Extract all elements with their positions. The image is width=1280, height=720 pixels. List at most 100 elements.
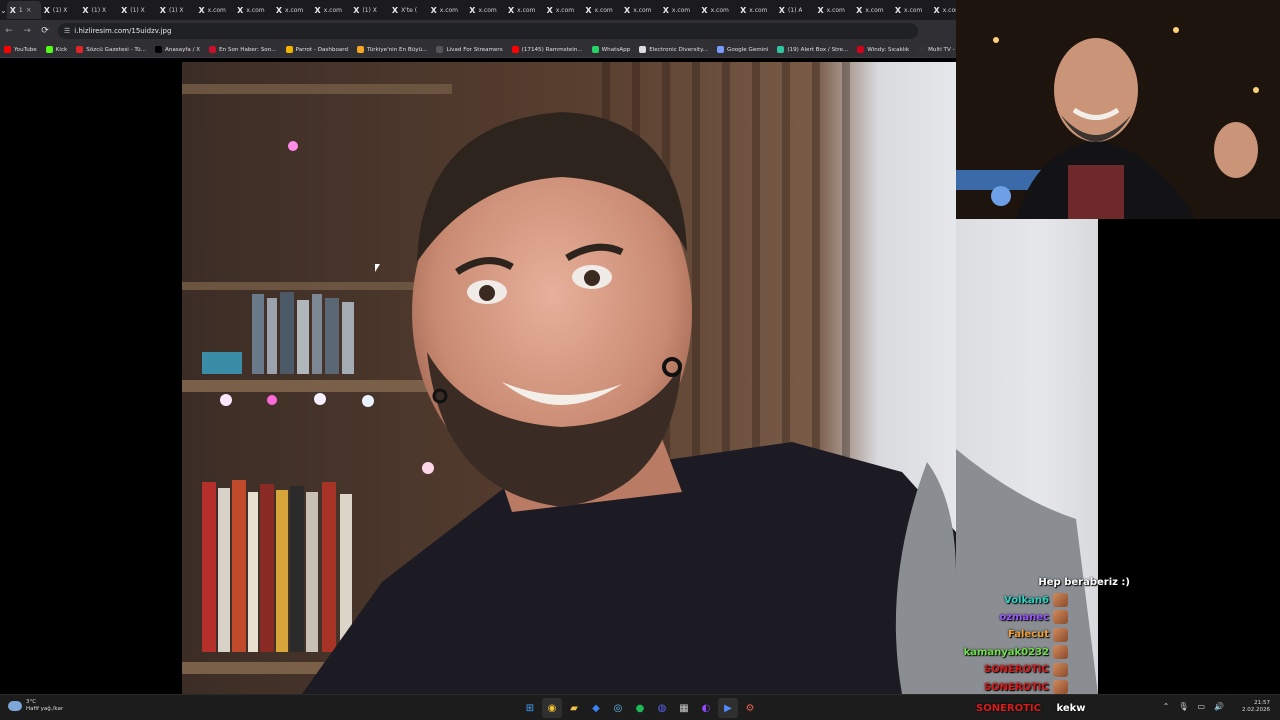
obs-icon[interactable]: ◐ bbox=[696, 698, 716, 718]
bookmark-favicon-icon bbox=[76, 46, 84, 53]
bookmark-item[interactable]: Parrot - Dashboard bbox=[285, 46, 348, 53]
clock[interactable]: 21:57 2.02.2026 bbox=[1242, 700, 1270, 714]
tab-title: x.com bbox=[439, 6, 459, 14]
chat-message: kamanyak0232 bbox=[910, 644, 1130, 661]
app-icon[interactable]: ◆ bbox=[586, 698, 606, 718]
chevron-up-icon[interactable]: ⌃ bbox=[1163, 702, 1170, 711]
windows-icon[interactable]: ⊞ bbox=[520, 698, 540, 718]
tab-17[interactable]: Xx.com bbox=[660, 1, 699, 19]
back-icon[interactable]: ← bbox=[0, 22, 18, 40]
bookmark-label: Google Gemini bbox=[726, 46, 769, 53]
tab-10[interactable]: X X'te ( bbox=[389, 1, 428, 19]
tab-12[interactable]: Xx.com bbox=[466, 1, 505, 19]
bookmark-item[interactable]: Electronic Diversity... bbox=[639, 46, 708, 53]
tab-5[interactable]: Xx.com bbox=[195, 1, 234, 19]
tab-22[interactable]: Xx.com bbox=[853, 1, 892, 19]
image-viewer bbox=[0, 58, 956, 694]
x-logo-icon: X bbox=[817, 5, 824, 15]
x-logo-icon: X bbox=[585, 5, 592, 15]
bookmark-label: En Son Haber: Son... bbox=[219, 46, 277, 53]
bookmark-favicon-icon bbox=[857, 46, 865, 53]
bookmark-item[interactable]: Anasayfa / X bbox=[154, 46, 201, 53]
tab-4[interactable]: X (1) X bbox=[157, 1, 196, 19]
site-info-icon[interactable]: ☰ bbox=[64, 27, 70, 35]
bookmark-item[interactable]: Multi TV - 6 haber... bbox=[918, 46, 956, 53]
stream-icon[interactable]: ▶ bbox=[718, 698, 738, 718]
bookmark-favicon-icon bbox=[357, 46, 365, 53]
spotify-icon[interactable]: ● bbox=[630, 698, 650, 718]
bookmark-item[interactable]: (17145) Rammstein... bbox=[511, 46, 583, 53]
tab-8[interactable]: Xx.com bbox=[312, 1, 351, 19]
x-logo-icon: X bbox=[353, 5, 360, 15]
bookmark-label: (19) Alert Box / Stre... bbox=[787, 46, 849, 53]
tab-3[interactable]: X (1) X bbox=[118, 1, 157, 19]
bookmark-label: YouTube bbox=[14, 46, 37, 53]
volume-icon[interactable]: 🔊 bbox=[1214, 702, 1224, 711]
folder-icon[interactable]: ▰ bbox=[564, 698, 584, 718]
bookmark-item[interactable]: YouTube bbox=[4, 46, 37, 53]
tab-9[interactable]: X (1) X bbox=[350, 1, 389, 19]
tab-2[interactable]: X (1) X bbox=[79, 1, 118, 19]
tab-16[interactable]: Xx.com bbox=[621, 1, 660, 19]
tab-7[interactable]: Xx.com bbox=[273, 1, 312, 19]
bookmark-item[interactable]: Sözcü Gazetesi - Tü... bbox=[76, 46, 146, 53]
chrome-icon[interactable]: ◉ bbox=[542, 698, 562, 718]
bookmark-item[interactable]: WhatsApp bbox=[591, 46, 631, 53]
bookmark-item[interactable]: Windy: Sıcaklık bbox=[857, 46, 909, 53]
weather-widget[interactable]: 3°C Hafif yağ./kar bbox=[8, 699, 63, 713]
tab-title: x.com bbox=[246, 6, 265, 14]
tab-15[interactable]: Xx.com bbox=[582, 1, 621, 19]
steam-icon[interactable]: ◎ bbox=[608, 698, 628, 718]
bookmarks-bar: YouTube Kick Sözcü Gazetesi - Tü... Anasayf… bbox=[0, 42, 956, 58]
microphone-icon[interactable]: 🎙 bbox=[1178, 702, 1188, 711]
bookmark-item[interactable]: Türkiye'nin En Büyü... bbox=[357, 46, 427, 53]
bookmark-label: Kick bbox=[55, 46, 68, 53]
tab-title: (1) X bbox=[130, 6, 145, 14]
tab-11[interactable]: Xx.com bbox=[428, 1, 467, 19]
bookmark-label: Electronic Diversity... bbox=[649, 46, 708, 53]
discord-icon[interactable]: ◍ bbox=[652, 698, 672, 718]
tab-6[interactable]: Xx.com bbox=[234, 1, 273, 19]
x-logo-icon: X bbox=[430, 5, 437, 15]
x-logo-icon: X bbox=[237, 5, 244, 15]
chat-emote-icon bbox=[1053, 680, 1068, 695]
tab-1[interactable]: X (1) X bbox=[41, 1, 80, 19]
tab-title: X'te ( bbox=[401, 6, 418, 14]
bookmark-favicon-icon bbox=[777, 46, 785, 53]
bookmark-item[interactable]: Kick bbox=[45, 46, 68, 53]
chat-overlay: Hep beraberiz :) Volkan6 ozmanec Falecut kam… bbox=[910, 574, 1130, 696]
bookmark-label: Multi TV - 6 haber... bbox=[928, 46, 956, 53]
bookmark-item[interactable]: En Son Haber: Son... bbox=[209, 46, 277, 53]
bookmark-label: WhatsApp bbox=[601, 46, 631, 53]
settings-icon[interactable]: ⚙ bbox=[740, 698, 760, 718]
tab-24[interactable]: Xx.com bbox=[931, 1, 956, 19]
close-tab-icon[interactable]: × bbox=[26, 6, 32, 14]
forward-icon[interactable]: → bbox=[18, 22, 36, 40]
streamer-webcam bbox=[956, 0, 1280, 219]
tab-18[interactable]: Xx.com bbox=[698, 1, 737, 19]
bookmark-item[interactable]: Livad For Streamers bbox=[436, 46, 503, 53]
x-logo-icon: X bbox=[856, 5, 863, 15]
tab-14[interactable]: Xx.com bbox=[544, 1, 583, 19]
tab-19[interactable]: Xx.com bbox=[737, 1, 776, 19]
weather-icon bbox=[8, 701, 22, 711]
calculator-icon[interactable]: ▦ bbox=[674, 698, 694, 718]
tab-23[interactable]: Xx.com bbox=[892, 1, 931, 19]
tab-20[interactable]: X (1) A bbox=[776, 1, 815, 19]
tab-0[interactable]: X 1 × bbox=[6, 1, 41, 19]
chat-message: Volkan6 bbox=[910, 591, 1130, 608]
tab-title: x.com bbox=[826, 6, 845, 14]
tab-13[interactable]: Xx.com bbox=[505, 1, 544, 19]
address-bar[interactable]: ☰ i.hizliresim.com/15uidzv.jpg bbox=[58, 23, 918, 39]
chat-username: SONEROTIC bbox=[976, 703, 1041, 714]
tab-search-icon[interactable]: ⌄ bbox=[0, 0, 7, 20]
tab-title: x.com bbox=[594, 6, 613, 14]
bookmark-item[interactable]: Google Gemini bbox=[716, 46, 769, 53]
network-icon[interactable]: ▭ bbox=[1197, 702, 1205, 711]
tab-21[interactable]: Xx.com bbox=[814, 1, 853, 19]
reload-icon[interactable]: ⟳ bbox=[36, 22, 54, 40]
tab-title: (1) A bbox=[787, 6, 803, 14]
bookmark-item[interactable]: (19) Alert Box / Stre... bbox=[777, 46, 848, 53]
tab-title: x.com bbox=[323, 6, 342, 14]
bookmark-label: Anasayfa / X bbox=[164, 46, 201, 53]
